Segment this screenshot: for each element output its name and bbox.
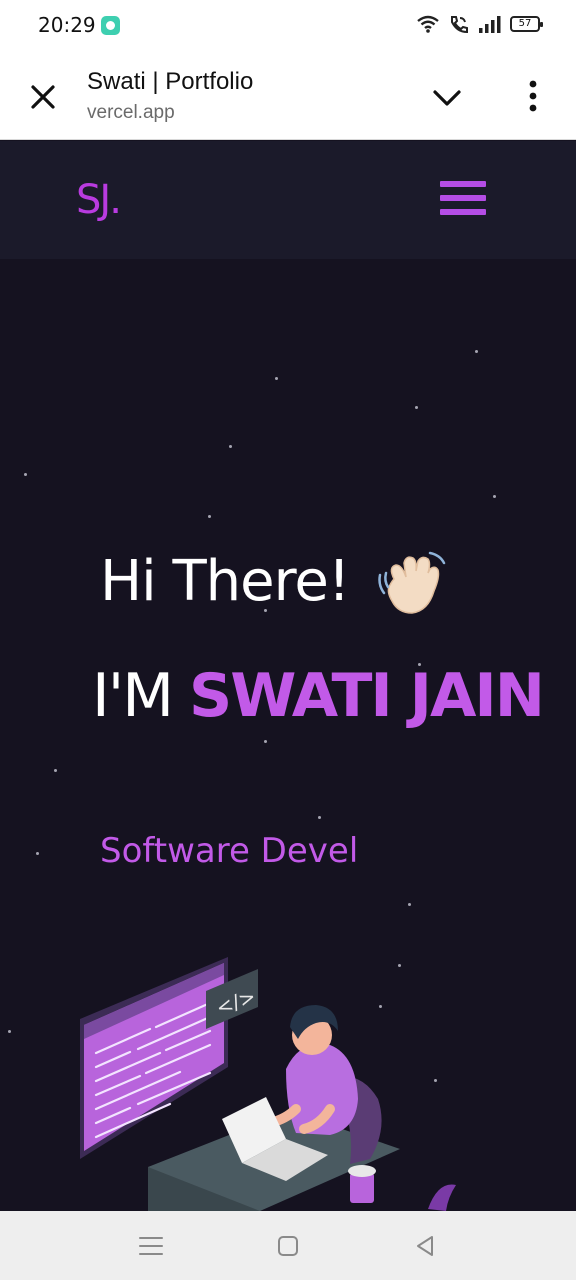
chevron-down-icon[interactable]: [430, 82, 464, 112]
status-icons: 57: [416, 14, 543, 34]
star: [493, 495, 496, 498]
star: [275, 377, 278, 380]
star: [318, 816, 321, 819]
browser-header: Swati | Portfolio vercel.app: [0, 52, 576, 140]
home-nav-icon[interactable]: [273, 1231, 303, 1261]
close-icon[interactable]: [26, 80, 60, 114]
signal-icon: [479, 16, 501, 33]
star: [264, 740, 267, 743]
hamburger-icon[interactable]: [440, 181, 486, 219]
star: [408, 903, 411, 906]
star: [415, 406, 418, 409]
status-time: 20:29: [38, 13, 96, 37]
wifi-call-icon: [451, 16, 468, 34]
intro-prefix: I'M: [92, 661, 190, 731]
site-navbar: SJ.: [0, 141, 576, 259]
waving-hand-icon: [378, 551, 446, 614]
back-nav-icon[interactable]: [410, 1231, 440, 1261]
star: [208, 515, 211, 518]
hero-section: Hi There! I'M SWATI JAIN Software Devel: [0, 259, 576, 1211]
developer-illustration: </>: [80, 957, 456, 1211]
more-vert-icon[interactable]: [518, 76, 548, 116]
hero-role-typewriter: Software Devel: [100, 831, 359, 871]
menu-nav-icon[interactable]: [136, 1231, 166, 1261]
status-bar: 20:29 57: [0, 0, 576, 52]
star: [54, 769, 57, 772]
star: [8, 1030, 11, 1033]
star: [229, 445, 232, 448]
star: [24, 473, 27, 476]
system-nav-bar: [0, 1211, 576, 1280]
notification-app-icon: [101, 16, 120, 35]
hero-intro: I'M SWATI JAIN: [92, 661, 545, 731]
hero-greeting: Hi There!: [100, 549, 350, 614]
page-url: vercel.app: [87, 102, 175, 123]
hero-name: SWATI JAIN: [189, 661, 545, 731]
wifi-icon: [417, 15, 439, 33]
page-title: Swati | Portfolio: [87, 68, 254, 95]
star: [475, 350, 478, 353]
site-logo[interactable]: SJ.: [76, 177, 122, 223]
battery-indicator: 57: [510, 16, 543, 32]
star: [36, 852, 39, 855]
